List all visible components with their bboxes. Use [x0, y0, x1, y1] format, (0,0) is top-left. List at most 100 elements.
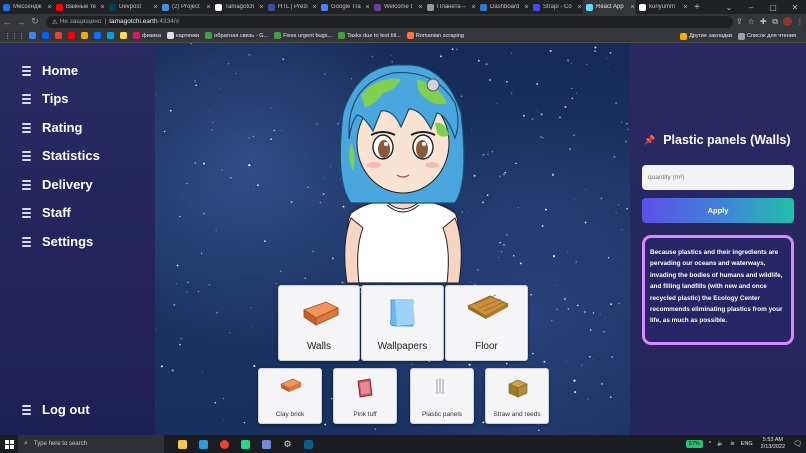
bookmark-item[interactable]: Fixes urgent bugs... — [274, 32, 332, 39]
quantity-input[interactable] — [642, 165, 794, 190]
notifications-icon[interactable]: 🗨 — [793, 440, 802, 448]
tab-close-icon[interactable]: × — [364, 4, 371, 11]
sidebar-item-staff[interactable]: Staff — [22, 205, 71, 220]
logout-button[interactable]: Log out — [22, 402, 90, 417]
bookmark-item[interactable] — [29, 32, 38, 39]
chrome-app[interactable] — [214, 435, 235, 453]
bookmark-item[interactable] — [81, 32, 90, 39]
browser-tab[interactable]: Tamagotch × — [212, 0, 265, 14]
browser-tab[interactable]: React App × — [583, 0, 636, 14]
material-card-clay-brick[interactable]: Clay brick — [258, 368, 322, 424]
bookmark-other[interactable]: Другие закладки — [680, 32, 732, 40]
windows-taskbar: ⌕ Type here to search ⚙ 57% ^ 🔈 ≋ ENG 5:… — [0, 435, 806, 453]
apply-button[interactable]: Apply — [642, 198, 794, 223]
category-card-wallpapers[interactable]: Wallpapers — [361, 285, 444, 361]
sidebar-item-settings[interactable]: Settings — [22, 234, 93, 249]
tab-close-icon[interactable]: × — [46, 4, 53, 11]
browser-tab[interactable]: Google Tra × — [318, 0, 371, 14]
bookmark-item[interactable]: Tasks due to test till... — [338, 32, 401, 39]
star-icon[interactable]: ☆ — [745, 17, 757, 26]
bookmark-item[interactable] — [94, 32, 103, 39]
bookmark-item[interactable] — [42, 32, 51, 39]
clock[interactable]: 5:53 AM 2/13/2022 — [761, 437, 785, 451]
browser-tab[interactable]: Планета – × — [424, 0, 477, 14]
browser-tab[interactable]: HTL | Prezi × — [265, 0, 318, 14]
close-icon[interactable]: ✕ — [784, 3, 806, 12]
minimize-icon[interactable]: – — [740, 3, 762, 12]
extension-icon[interactable]: ✚ — [757, 17, 769, 26]
bookmark-item[interactable] — [107, 32, 116, 39]
bookmark-item[interactable]: картинки — [167, 32, 199, 39]
sidebar-item-tips[interactable]: Tips — [22, 91, 69, 106]
bookmark-item[interactable] — [120, 32, 129, 39]
browser-tab[interactable]: Мессендж × — [0, 0, 53, 14]
tab-favicon-icon — [109, 3, 116, 11]
start-button[interactable] — [0, 435, 18, 453]
avatar[interactable] — [783, 17, 793, 26]
tab-close-icon[interactable]: × — [576, 4, 583, 11]
bookmark-reading-list[interactable]: Список для чтения — [737, 32, 796, 40]
chevron-down-icon[interactable]: ⌄ — [718, 3, 740, 12]
parquet-floor-icon — [467, 294, 509, 319]
bookmark-item[interactable] — [55, 32, 64, 39]
volume-icon[interactable]: 🔈 — [717, 441, 724, 447]
tab-close-icon[interactable]: × — [523, 4, 530, 11]
puzzle-icon[interactable]: ⧉ — [769, 17, 781, 27]
tab-close-icon[interactable]: × — [258, 4, 265, 11]
bookmark-item[interactable]: физика — [133, 32, 161, 39]
tab-close-icon[interactable]: × — [417, 4, 424, 11]
tab-close-icon[interactable]: × — [682, 4, 689, 11]
sidebar-item-rating[interactable]: Rating — [22, 120, 82, 135]
forward-icon[interactable]: → — [14, 17, 28, 27]
tab-title: Dashboard — [490, 4, 520, 10]
sidebar-item-statistics[interactable]: Statistics — [22, 148, 100, 163]
kebab-menu-icon[interactable]: ⋮ — [794, 17, 806, 26]
browser-tab[interactable]: Welcome t × — [371, 0, 424, 14]
bookmark-item[interactable] — [68, 32, 77, 39]
tab-close-icon[interactable]: × — [205, 4, 212, 11]
browser-tab[interactable]: Dashboard × — [477, 0, 530, 14]
security-warning: Не защищено — [59, 18, 102, 25]
tab-close-icon[interactable]: × — [470, 4, 477, 11]
taskbar-search[interactable]: ⌕ Type here to search — [18, 435, 164, 453]
pycharm-app[interactable] — [235, 435, 256, 453]
store-app[interactable] — [193, 435, 214, 453]
chevron-up-icon[interactable]: ^ — [709, 441, 712, 447]
settings-app[interactable]: ⚙ — [277, 435, 298, 453]
browser-tab[interactable]: (2) Project × — [159, 0, 212, 14]
browser-tab[interactable]: Devpost × — [106, 0, 159, 14]
bookmark-item[interactable]: обратная связь - G... — [205, 32, 268, 39]
bookmark-favicon-icon — [205, 32, 213, 39]
tab-close-icon[interactable]: × — [311, 4, 318, 11]
address-bar[interactable]: ⚠ Не защищено | tamagotchi.earth :4334/# — [45, 15, 734, 28]
browser-tab[interactable]: Strapi - Co × — [530, 0, 583, 14]
pycharm-icon — [241, 439, 250, 449]
material-card-pink-tuff[interactable]: Pink tuff — [333, 368, 397, 424]
tab-close-icon[interactable]: × — [99, 4, 106, 11]
sidebar-item-delivery[interactable]: Delivery — [22, 177, 93, 192]
tab-close-icon[interactable]: × — [629, 4, 636, 11]
discord-app[interactable] — [256, 435, 277, 453]
share-icon[interactable]: ⇪ — [733, 17, 745, 26]
wifi-icon[interactable]: ≋ — [730, 441, 735, 447]
terminal-app[interactable] — [298, 435, 319, 453]
browser-tab[interactable]: kuriyumm × — [636, 0, 689, 14]
browser-tab[interactable]: Важные те × — [53, 0, 106, 14]
category-card-floor[interactable]: Floor — [445, 285, 528, 361]
material-card-plastic-panels[interactable]: Plastic panels — [410, 368, 474, 424]
file-explorer-app[interactable] — [172, 435, 193, 453]
language-indicator[interactable]: ENG — [741, 441, 753, 447]
maximize-icon[interactable]: ▢ — [762, 3, 784, 12]
back-icon[interactable]: ← — [0, 17, 14, 27]
reload-icon[interactable]: ↻ — [28, 16, 42, 27]
address-host: tamagotchi.earth — [109, 18, 158, 25]
apps-icon[interactable]: ⋮⋮⋮ — [4, 32, 25, 40]
tab-close-icon[interactable]: × — [152, 4, 159, 11]
material-card-straw-and-reeds[interactable]: Straw and reeds — [485, 368, 549, 424]
new-tab-button[interactable]: + — [689, 2, 705, 13]
sidebar-item-home[interactable]: Home — [22, 63, 78, 78]
bookmark-favicon-icon — [338, 32, 346, 39]
category-card-walls[interactable]: Walls — [278, 285, 360, 361]
battery-indicator[interactable]: 57% — [685, 440, 703, 448]
bookmark-item[interactable]: Romanian scraping — [406, 32, 464, 39]
